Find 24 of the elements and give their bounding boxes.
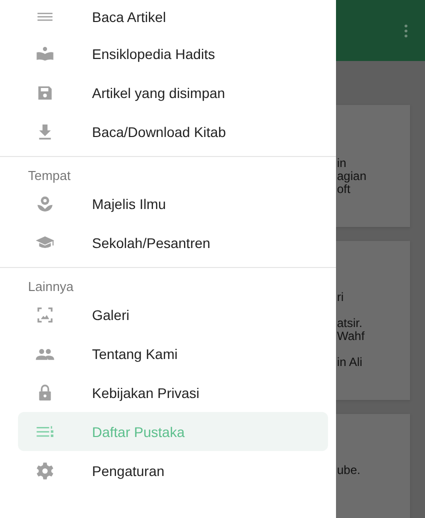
drawer-item[interactable]: Majelis Ilmu xyxy=(18,184,328,223)
section-header: Tempat xyxy=(27,167,72,184)
card-text: Wahf xyxy=(337,330,366,343)
card-text: in Ali xyxy=(337,356,364,369)
drawer-item[interactable]: Tentang Kami xyxy=(18,334,328,373)
drawer-item[interactable]: Sekolah/Pesantren xyxy=(18,223,328,262)
section-header: Lainnya xyxy=(27,278,75,295)
drawer-item[interactable]: Galeri xyxy=(18,295,328,334)
drawer-item[interactable]: Artikel yang disimpan xyxy=(18,73,328,112)
image-icon xyxy=(35,304,55,324)
drawer-item[interactable]: Pengaturan xyxy=(18,451,328,490)
drawer-item[interactable]: Kebijakan Privasi xyxy=(18,373,328,412)
settings-icon xyxy=(35,460,55,480)
more-options-icon[interactable] xyxy=(404,24,408,38)
drawer-item[interactable]: Baca/Download Kitab xyxy=(18,112,328,151)
card-text: in xyxy=(337,157,348,170)
card-text: oft xyxy=(337,183,350,196)
flower-icon xyxy=(35,194,55,214)
drawer-item[interactable]: Ensiklopedia Hadits xyxy=(18,34,328,73)
drawer-item[interactable]: Baca Artikel xyxy=(18,0,328,34)
card-text: agian xyxy=(337,170,368,183)
card-text: ri xyxy=(337,291,345,304)
card-text: atsir. xyxy=(337,317,364,330)
card-text: ube. xyxy=(337,464,362,477)
